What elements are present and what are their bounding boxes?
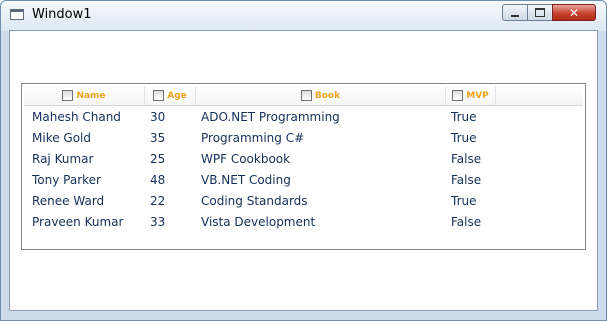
cell-name: Mahesh Chand bbox=[32, 110, 121, 124]
cell-mvp: False bbox=[451, 152, 482, 166]
column-header-mvp[interactable]: MVP bbox=[446, 86, 496, 105]
cell-age: 35 bbox=[150, 131, 166, 145]
people-list-view[interactable]: Name Age Book MVP Mahesh Chand 30 ADO.NE… bbox=[21, 83, 586, 250]
client-area: Name Age Book MVP Mahesh Chand 30 ADO.NE… bbox=[9, 30, 598, 311]
cell-age: 25 bbox=[150, 152, 166, 166]
cell-name: Renee Ward bbox=[32, 194, 105, 208]
list-row[interactable]: Praveen Kumar 33 Vista Development False bbox=[24, 212, 583, 233]
window-icon[interactable] bbox=[10, 9, 24, 20]
cell-age: 33 bbox=[150, 215, 166, 229]
list-row[interactable]: Mahesh Chand 30 ADO.NET Programming True bbox=[24, 107, 583, 128]
close-icon: ✕ bbox=[568, 5, 580, 20]
maximize-button[interactable] bbox=[527, 4, 553, 21]
cell-mvp: True bbox=[451, 110, 477, 124]
column-header-age[interactable]: Age bbox=[145, 86, 196, 105]
column-header-book[interactable]: Book bbox=[196, 86, 446, 105]
column-header-row: Name Age Book MVP bbox=[24, 86, 583, 106]
list-row[interactable]: Tony Parker 48 VB.NET Coding False bbox=[24, 170, 583, 191]
cell-name: Mike Gold bbox=[32, 131, 91, 145]
cell-age: 22 bbox=[150, 194, 166, 208]
list-row[interactable]: Mike Gold 35 Programming C# True bbox=[24, 128, 583, 149]
cell-book: ADO.NET Programming bbox=[201, 110, 340, 124]
column-header-label: MVP bbox=[466, 90, 489, 101]
list-rows: Mahesh Chand 30 ADO.NET Programming True… bbox=[24, 107, 583, 233]
cell-book: Vista Development bbox=[201, 215, 316, 229]
application-window: Window1 ✕ Name Age Book MVP Mahesh Chand… bbox=[0, 0, 607, 321]
cell-mvp: True bbox=[451, 194, 477, 208]
close-button[interactable]: ✕ bbox=[552, 4, 596, 21]
column-header-label: Name bbox=[76, 90, 106, 101]
cell-mvp: True bbox=[451, 131, 477, 145]
window-title: Window1 bbox=[32, 7, 92, 22]
cell-age: 30 bbox=[150, 110, 166, 124]
cell-book: Coding Standards bbox=[201, 194, 308, 208]
cell-book: Programming C# bbox=[201, 131, 305, 145]
column-header-label: Age bbox=[167, 90, 187, 101]
book-column-checkbox[interactable] bbox=[300, 90, 312, 101]
cell-age: 48 bbox=[150, 173, 166, 187]
title-bar[interactable]: Window1 ✕ bbox=[1, 1, 606, 29]
mvp-column-checkbox[interactable] bbox=[452, 90, 464, 101]
maximize-icon bbox=[535, 8, 545, 17]
cell-book: WPF Cookbook bbox=[201, 152, 291, 166]
list-row[interactable]: Raj Kumar 25 WPF Cookbook False bbox=[24, 149, 583, 170]
cell-name: Raj Kumar bbox=[32, 152, 94, 166]
cell-mvp: False bbox=[451, 173, 482, 187]
window-controls: ✕ bbox=[502, 4, 596, 21]
name-column-checkbox[interactable] bbox=[62, 90, 74, 101]
cell-name: Tony Parker bbox=[32, 173, 101, 187]
cell-mvp: False bbox=[451, 215, 482, 229]
minimize-button[interactable] bbox=[502, 4, 528, 21]
cell-name: Praveen Kumar bbox=[32, 215, 124, 229]
cell-book: VB.NET Coding bbox=[201, 173, 291, 187]
age-column-checkbox[interactable] bbox=[153, 90, 165, 101]
column-header-name[interactable]: Name bbox=[24, 86, 145, 105]
list-row[interactable]: Renee Ward 22 Coding Standards True bbox=[24, 191, 583, 212]
minimize-icon bbox=[511, 14, 519, 17]
column-header-label: Book bbox=[314, 90, 341, 101]
